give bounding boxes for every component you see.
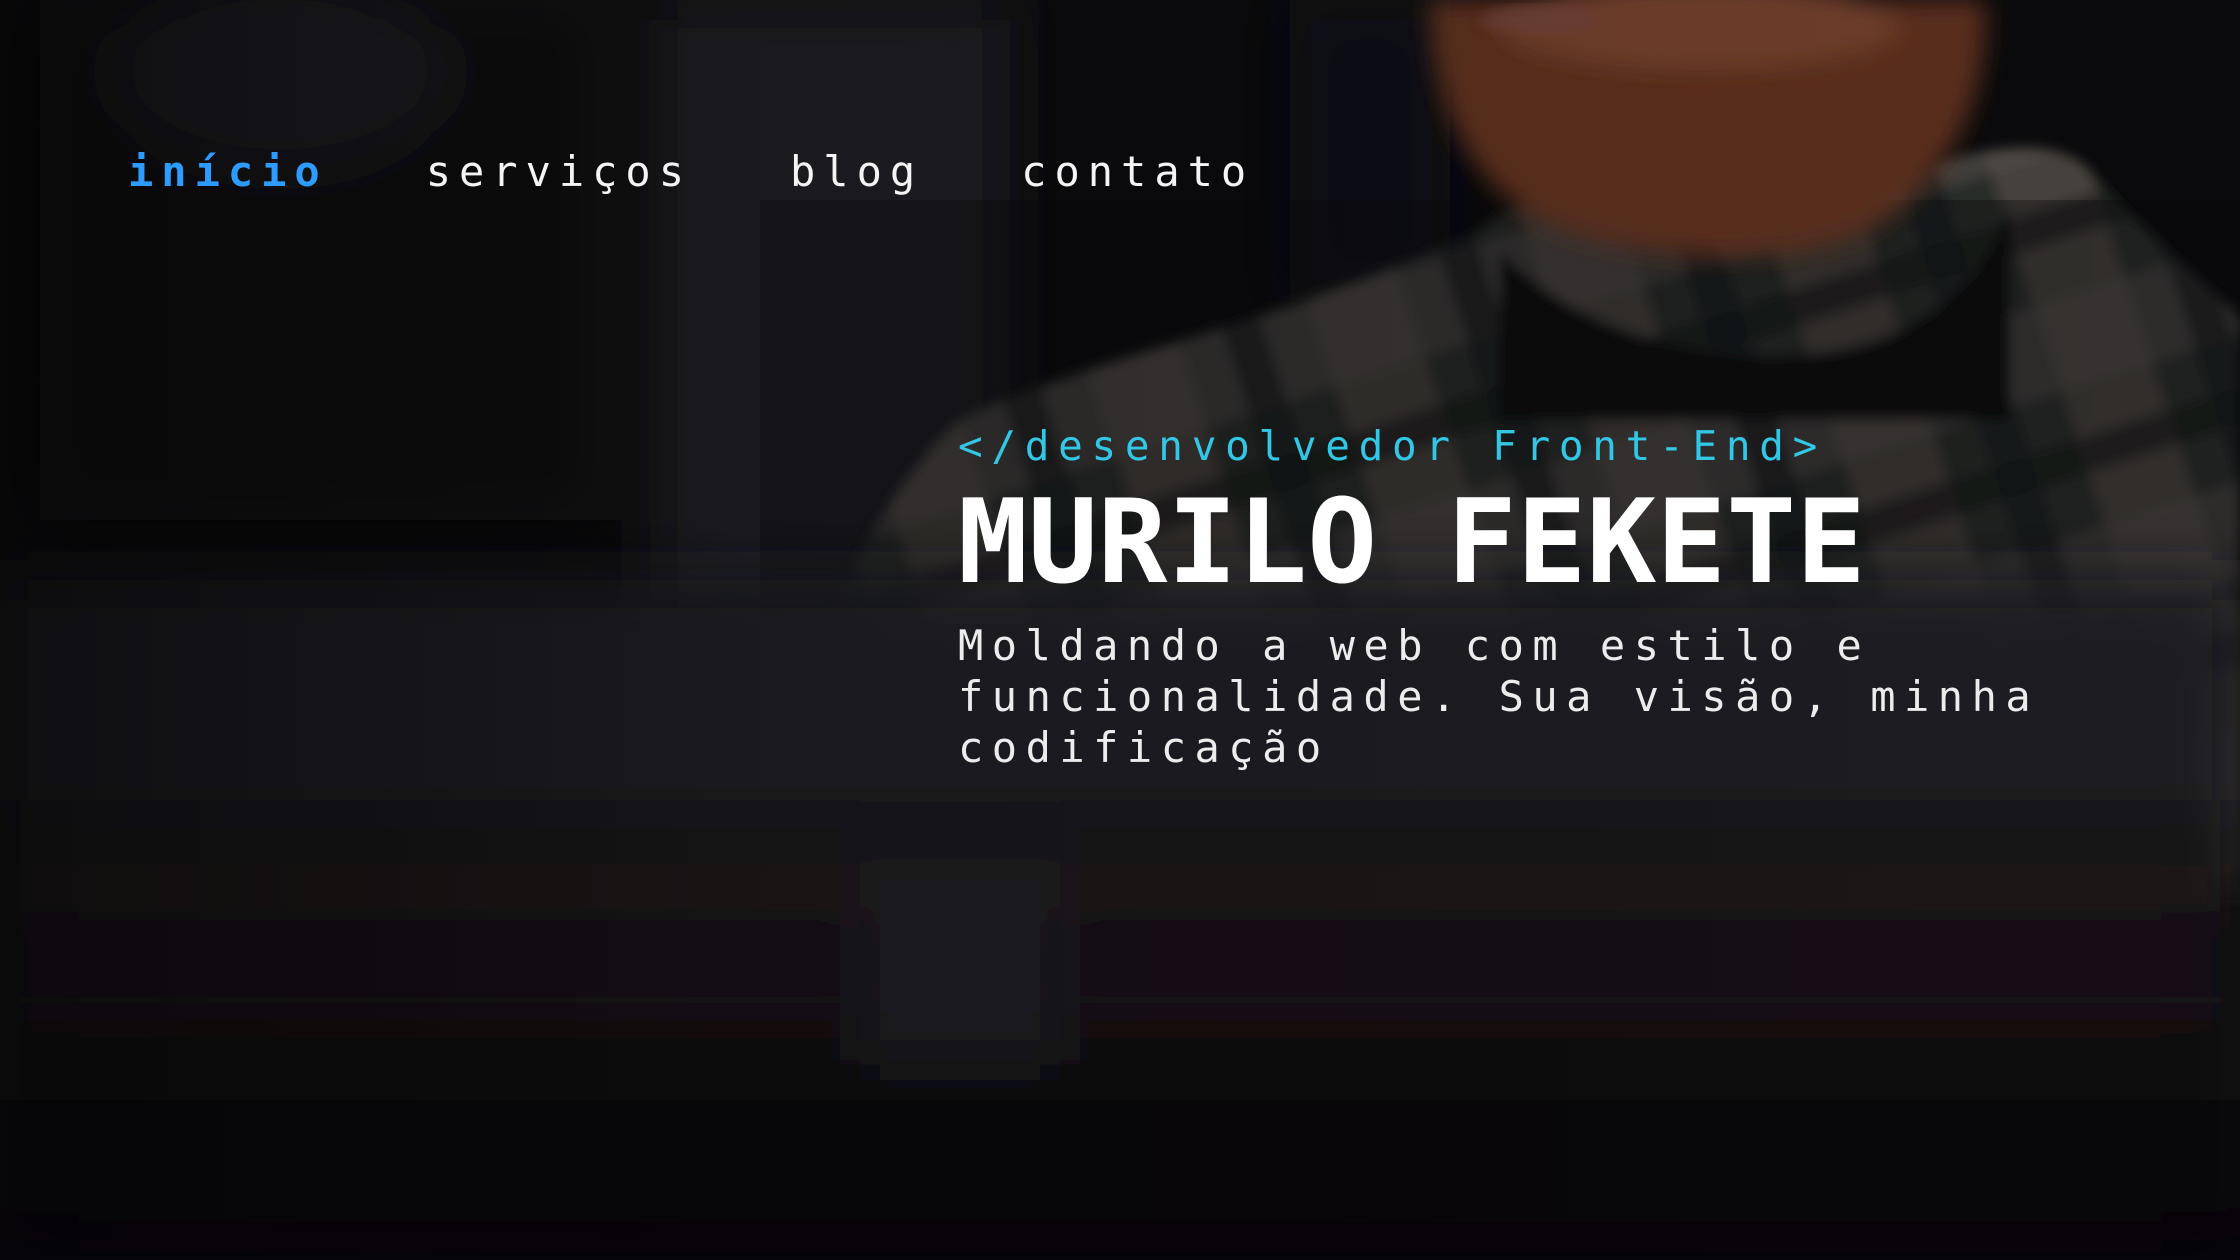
- hero-section: início serviços blog contato </desenvolv…: [0, 0, 2240, 1260]
- nav-link-contato[interactable]: contato: [1021, 142, 1254, 202]
- hero-content: </desenvolvedor Front-End> MURILO FEKETE…: [958, 416, 2058, 773]
- nav-link-blog[interactable]: blog: [790, 142, 923, 202]
- hero-tagline: Moldando a web com estilo e funcionalida…: [958, 621, 2040, 772]
- nav-link-inicio[interactable]: início: [128, 142, 328, 202]
- hero-name-heading: MURILO FEKETE: [958, 475, 1866, 610]
- main-nav: início serviços blog contato: [128, 142, 1352, 202]
- nav-link-servicos[interactable]: serviços: [426, 142, 692, 202]
- role-subtitle: </desenvolvedor Front-End>: [958, 422, 1826, 470]
